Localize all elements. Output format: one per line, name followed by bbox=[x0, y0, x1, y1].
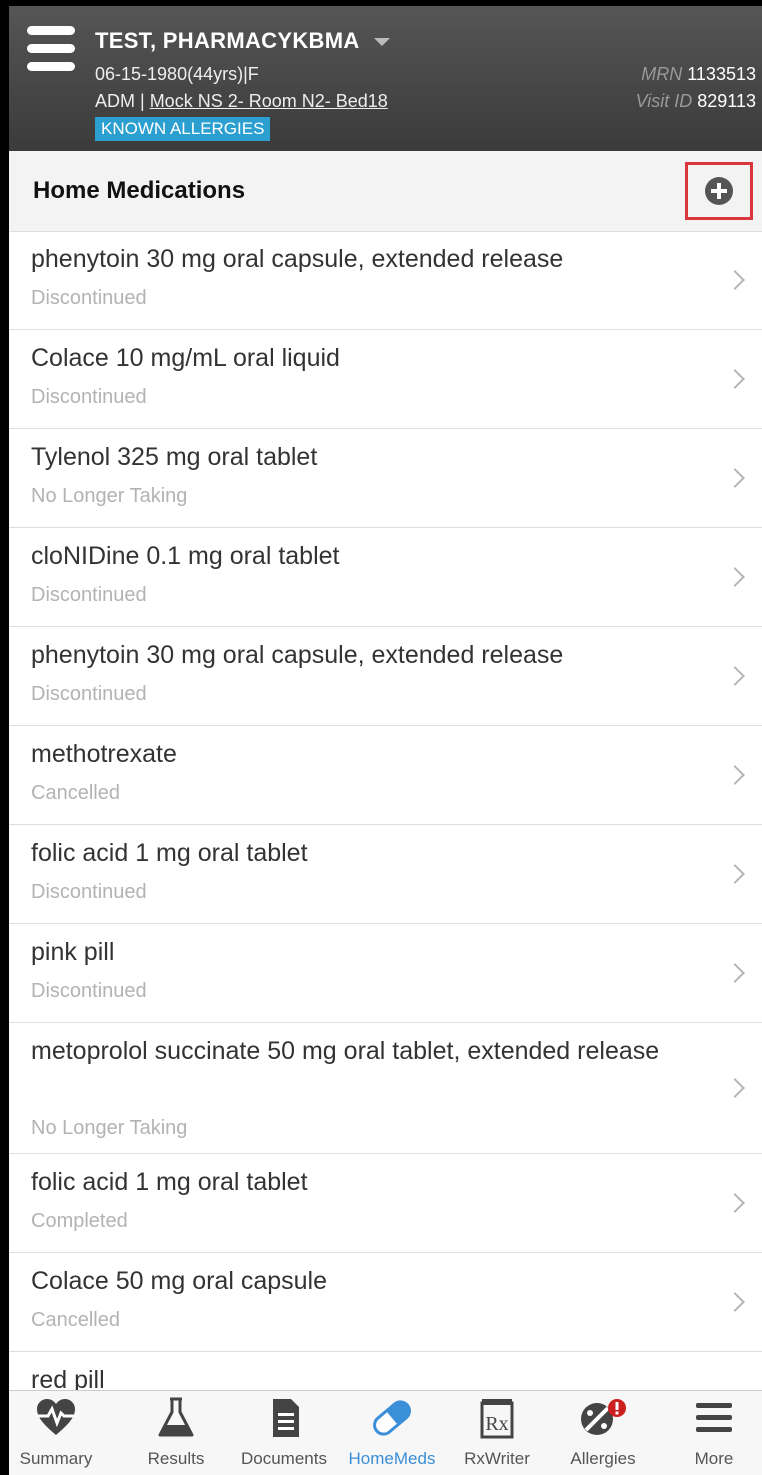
chevron-right-icon bbox=[725, 1292, 745, 1312]
visit-id: Visit ID 829113 bbox=[636, 91, 756, 112]
page-title: Home Medications bbox=[33, 177, 246, 204]
chevron-right-icon bbox=[725, 468, 745, 488]
medication-row[interactable]: phenytoin 30 mg oral capsule, extended r… bbox=[9, 627, 762, 726]
medication-name: Colace 50 mg oral capsule bbox=[31, 1267, 327, 1295]
allergy-icon bbox=[581, 1399, 626, 1435]
rx-icon: Rx bbox=[480, 1399, 514, 1439]
medication-status: Cancelled bbox=[31, 782, 120, 804]
medication-name: phenytoin 30 mg oral capsule, extended r… bbox=[31, 245, 564, 273]
medication-row[interactable]: folic acid 1 mg oral tablet Discontinued bbox=[9, 825, 762, 924]
tab-label: More bbox=[694, 1449, 734, 1468]
heart-pulse-icon bbox=[37, 1399, 75, 1435]
medication-row[interactable]: folic acid 1 mg oral tablet Completed bbox=[9, 1154, 762, 1253]
chevron-right-icon bbox=[725, 666, 745, 686]
medication-row[interactable]: cloNIDine 0.1 mg oral tablet Discontinued bbox=[9, 528, 762, 627]
medication-name: phenytoin 30 mg oral capsule, extended r… bbox=[31, 641, 564, 669]
chevron-right-icon bbox=[725, 963, 745, 983]
known-allergies-badge[interactable]: KNOWN ALLERGIES bbox=[95, 117, 271, 141]
location-link[interactable]: Mock NS 2- Room N2- Bed18 bbox=[150, 91, 388, 111]
tab-label: RxWriter bbox=[464, 1449, 530, 1468]
medication-status: Discontinued bbox=[31, 584, 147, 606]
adm-prefix: ADM | bbox=[95, 91, 150, 111]
chevron-right-icon bbox=[725, 1193, 745, 1213]
patient-banner: TEST, PHARMACYKBMA 06-15-1980(44yrs)|F A… bbox=[9, 6, 762, 151]
tab-summary[interactable]: Summary bbox=[9, 1391, 103, 1475]
medication-row[interactable]: metoprolol succinate 50 mg oral tablet, … bbox=[9, 1023, 762, 1154]
chevron-right-icon bbox=[725, 864, 745, 884]
caret-down-icon bbox=[373, 38, 390, 47]
tab-label: Summary bbox=[19, 1449, 93, 1468]
tab-results[interactable]: Results bbox=[136, 1391, 216, 1475]
patient-name: TEST, PHARMACYKBMA bbox=[95, 28, 360, 53]
medication-name: cloNIDine 0.1 mg oral tablet bbox=[31, 542, 340, 570]
medication-list: phenytoin 30 mg oral capsule, extended r… bbox=[9, 231, 762, 1451]
patient-name-dropdown[interactable]: TEST, PHARMACYKBMA bbox=[95, 28, 390, 54]
chevron-right-icon bbox=[725, 1078, 745, 1098]
mrn-value: 1133513 bbox=[687, 64, 756, 84]
medication-status: Cancelled bbox=[31, 1309, 120, 1331]
patient-dob: 06-15-1980(44yrs)|F bbox=[95, 64, 259, 84]
tab-rxwriter[interactable]: Rx RxWriter bbox=[455, 1391, 539, 1475]
svg-text:Rx: Rx bbox=[485, 1413, 508, 1435]
tab-label: Documents bbox=[241, 1449, 327, 1468]
tab-label: Results bbox=[147, 1449, 205, 1468]
tab-allergies[interactable]: Allergies bbox=[557, 1391, 649, 1475]
plus-circle-icon bbox=[705, 177, 733, 205]
mrn: MRN 1133513 bbox=[641, 64, 756, 85]
medication-status: Discontinued bbox=[31, 386, 147, 408]
tab-bar: Summary Results Documents HomeMeds Rx Rx… bbox=[9, 1390, 762, 1475]
medication-name: methotrexate bbox=[31, 740, 177, 768]
medication-status: No Longer Taking bbox=[31, 485, 188, 507]
flask-icon bbox=[158, 1397, 194, 1437]
medication-row[interactable]: Tylenol 325 mg oral tablet No Longer Taki… bbox=[9, 429, 762, 528]
medication-name: folic acid 1 mg oral tablet bbox=[31, 1168, 308, 1196]
chevron-right-icon bbox=[725, 369, 745, 389]
medication-status: Completed bbox=[31, 1210, 128, 1232]
medication-status: Discontinued bbox=[31, 980, 147, 1002]
chevron-right-icon bbox=[725, 270, 745, 290]
medication-row[interactable]: pink pill Discontinued bbox=[9, 924, 762, 1023]
medication-name: folic acid 1 mg oral tablet bbox=[31, 839, 308, 867]
tab-label: HomeMeds bbox=[348, 1449, 436, 1468]
tab-label: Allergies bbox=[570, 1449, 636, 1468]
hamburger-menu-icon[interactable] bbox=[27, 26, 75, 71]
medication-status: Discontinued bbox=[31, 881, 147, 903]
tab-documents[interactable]: Documents bbox=[229, 1391, 339, 1475]
medication-status: Discontinued bbox=[31, 287, 147, 309]
document-icon bbox=[273, 1399, 299, 1437]
tab-more[interactable]: More bbox=[679, 1391, 749, 1475]
chevron-right-icon bbox=[725, 765, 745, 785]
medication-row[interactable]: methotrexate Cancelled bbox=[9, 726, 762, 825]
medication-status: Discontinued bbox=[31, 683, 147, 705]
screen: TEST, PHARMACYKBMA 06-15-1980(44yrs)|F A… bbox=[9, 6, 762, 1475]
section-header: Home Medications bbox=[9, 151, 762, 232]
mrn-label: MRN bbox=[641, 64, 683, 84]
medication-row[interactable]: Colace 50 mg oral capsule Cancelled bbox=[9, 1253, 762, 1352]
add-medication-button[interactable] bbox=[685, 162, 753, 220]
chevron-right-icon bbox=[725, 567, 745, 587]
medication-name: pink pill bbox=[31, 938, 115, 966]
medication-name: Tylenol 325 mg oral tablet bbox=[31, 443, 318, 471]
medication-name: metoprolol succinate 50 mg oral tablet, … bbox=[31, 1037, 660, 1065]
menu-icon bbox=[696, 1403, 732, 1432]
visit-id-value: 829113 bbox=[697, 91, 756, 111]
admission-info: ADM | Mock NS 2- Room N2- Bed18 bbox=[95, 91, 388, 112]
tab-homemeds[interactable]: HomeMeds bbox=[339, 1391, 445, 1475]
medication-name: Colace 10 mg/mL oral liquid bbox=[31, 344, 340, 372]
medication-status: No Longer Taking bbox=[31, 1117, 188, 1139]
medication-row[interactable]: phenytoin 30 mg oral capsule, extended r… bbox=[9, 231, 762, 330]
visit-id-label: Visit ID bbox=[635, 91, 693, 111]
medication-row[interactable]: Colace 10 mg/mL oral liquid Discontinued bbox=[9, 330, 762, 429]
pill-icon bbox=[373, 1400, 411, 1436]
